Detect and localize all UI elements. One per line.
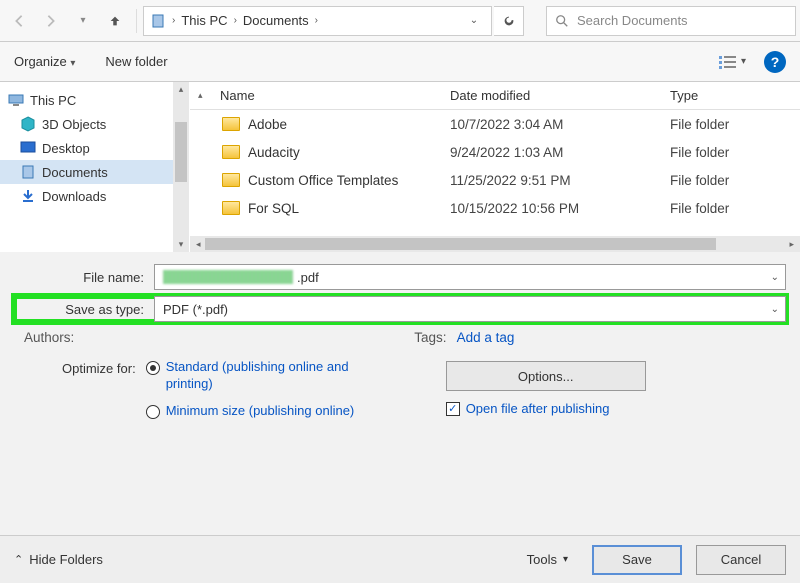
save-as-type-label: Save as type:	[14, 302, 154, 317]
documents-icon	[20, 164, 36, 180]
crumb-this-pc[interactable]: This PC›	[181, 13, 237, 28]
back-button[interactable]	[4, 6, 34, 36]
optimize-minimum-radio[interactable]: Minimum size (publishing online)	[146, 403, 366, 420]
address-bar: ▾ › This PC› Documents› ⌄ Search Documen…	[0, 0, 800, 42]
folder-icon	[222, 201, 240, 215]
dialog-footer: ⌃ Hide Folders Tools▾ Save Cancel	[0, 535, 800, 583]
tree-downloads[interactable]: Downloads	[0, 184, 189, 208]
file-name-input[interactable]: .pdf ⌄	[154, 264, 786, 290]
organize-menu[interactable]: Organize ▾	[14, 54, 75, 69]
options-button[interactable]: Options...	[446, 361, 646, 391]
chevron-right-icon: ›	[172, 15, 175, 26]
breadcrumb-history-dropdown[interactable]: ⌄	[463, 15, 485, 26]
breadcrumb[interactable]: › This PC› Documents› ⌄	[143, 6, 492, 36]
chevron-up-icon: ⌃	[14, 553, 23, 566]
tree-documents[interactable]: Documents	[0, 160, 189, 184]
pc-icon	[8, 92, 24, 108]
sidebar-scrollbar[interactable]: ▴▾	[173, 82, 189, 252]
recent-locations-dropdown[interactable]: ▾	[68, 6, 98, 36]
forward-button[interactable]	[36, 6, 66, 36]
column-headers: ▴ Name Date modified Type	[190, 82, 800, 110]
tags-label: Tags:	[414, 330, 446, 345]
column-type[interactable]: Type	[662, 88, 784, 103]
refresh-button[interactable]	[494, 6, 524, 36]
tree-desktop[interactable]: Desktop	[0, 136, 189, 160]
folder-icon	[222, 173, 240, 187]
chevron-down-icon[interactable]: ⌄	[771, 272, 779, 283]
save-button[interactable]: Save	[592, 545, 682, 575]
cube-icon	[20, 116, 36, 132]
table-row[interactable]: Audacity 9/24/2022 1:03 AM File folder	[190, 138, 800, 166]
horizontal-scrollbar[interactable]: ◂▸	[190, 236, 800, 252]
search-input[interactable]: Search Documents	[546, 6, 796, 36]
folder-icon	[222, 145, 240, 159]
chevron-down-icon[interactable]: ⌄	[771, 304, 779, 315]
optimize-for-label: Optimize for:	[62, 359, 136, 430]
table-row[interactable]: Adobe 10/7/2022 3:04 AM File folder	[190, 110, 800, 138]
save-as-type-dropdown[interactable]: PDF (*.pdf) ⌄	[154, 296, 786, 322]
open-after-publishing-checkbox[interactable]: ✓ Open file after publishing	[446, 401, 786, 416]
table-row[interactable]: For SQL 10/15/2022 10:56 PM File folder	[190, 194, 800, 222]
table-row[interactable]: Custom Office Templates 11/25/2022 9:51 …	[190, 166, 800, 194]
folder-icon	[222, 117, 240, 131]
hide-folders-toggle[interactable]: ⌃ Hide Folders	[14, 552, 103, 567]
navigation-tree: This PC 3D Objects Desktop Documents Dow…	[0, 82, 190, 252]
optimize-standard-radio[interactable]: Standard (publishing online and printing…	[146, 359, 366, 393]
tree-3d-objects[interactable]: 3D Objects	[0, 112, 189, 136]
tree-this-pc[interactable]: This PC	[0, 88, 189, 112]
obscured-filename	[163, 270, 293, 284]
toolbar: Organize ▾ New folder ▾ ?	[0, 42, 800, 82]
help-button[interactable]: ?	[764, 51, 786, 73]
cancel-button[interactable]: Cancel	[696, 545, 786, 575]
file-list: ▴ Name Date modified Type Adobe 10/7/202…	[190, 82, 800, 252]
add-a-tag-link[interactable]: Add a tag	[457, 330, 515, 345]
sort-indicator-icon: ▴	[190, 90, 212, 101]
tools-menu[interactable]: Tools▾	[527, 552, 568, 567]
desktop-icon	[20, 140, 36, 156]
up-button[interactable]	[100, 6, 130, 36]
authors-label: Authors:	[24, 330, 74, 345]
download-icon	[20, 188, 36, 204]
file-name-label: File name:	[14, 270, 154, 285]
search-placeholder: Search Documents	[577, 13, 688, 28]
documents-location-icon	[150, 13, 166, 29]
search-icon	[555, 14, 569, 28]
new-folder-button[interactable]: New folder	[105, 54, 167, 69]
column-date[interactable]: Date modified	[442, 88, 662, 103]
column-name[interactable]: Name	[212, 88, 442, 103]
crumb-documents[interactable]: Documents›	[243, 13, 318, 28]
view-options-button[interactable]: ▾	[719, 55, 746, 69]
